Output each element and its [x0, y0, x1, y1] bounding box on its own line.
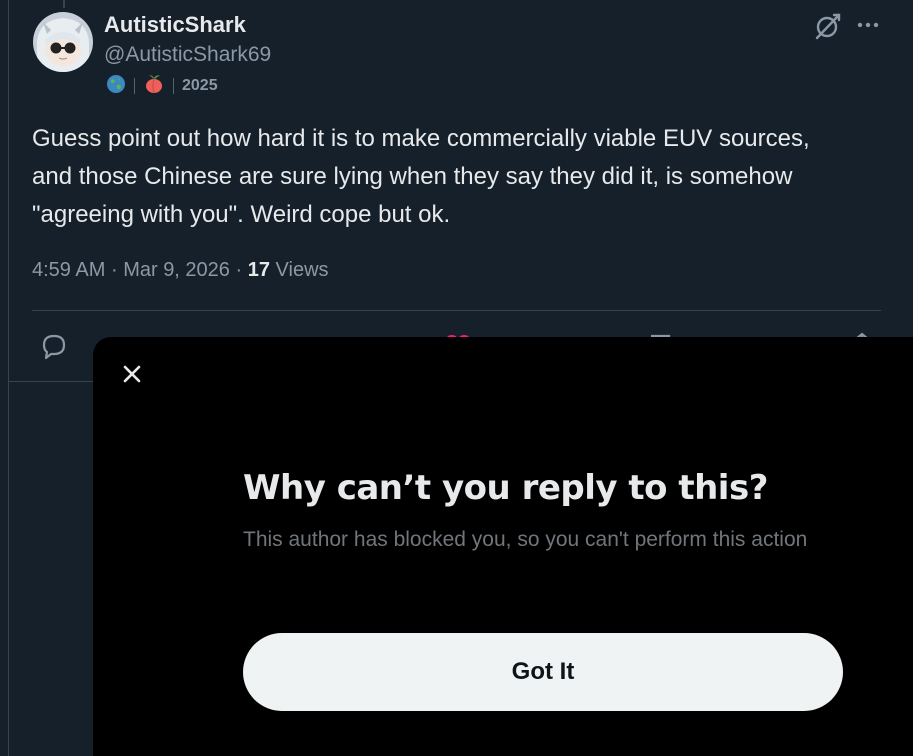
profile-badges: 2025 — [106, 74, 218, 98]
badge-separator — [173, 78, 174, 94]
meta-separator: · — [235, 259, 243, 281]
display-name[interactable]: AutisticShark — [104, 12, 246, 38]
app-root: AutisticShark @AutisticShark69 2025 Gues… — [0, 0, 913, 756]
user-handle[interactable]: @AutisticShark69 — [104, 42, 271, 68]
modal-message: This author has blocked you, so you can'… — [243, 528, 808, 551]
got-it-button[interactable]: Got It — [243, 633, 843, 711]
meta-separator: · — [110, 259, 118, 281]
close-button[interactable] — [115, 359, 149, 393]
more-options-icon[interactable] — [852, 12, 884, 40]
badge-separator — [134, 78, 135, 94]
tweet-text-line: and those Chinese are sure lying when th… — [32, 163, 793, 190]
reply-icon[interactable] — [38, 330, 70, 362]
thread-connector-line — [63, 0, 65, 8]
peach-icon — [143, 74, 165, 99]
modal-title: Why can’t you reply to this? — [243, 468, 768, 508]
globe-icon — [106, 74, 126, 99]
close-icon — [120, 362, 144, 391]
avatar[interactable] — [33, 12, 93, 72]
divider — [32, 310, 881, 311]
join-year-badge: 2025 — [182, 77, 218, 94]
tweet-date[interactable]: Mar 9, 2026 — [123, 259, 230, 281]
views-count: 17 — [247, 259, 270, 281]
tweet-text-line: "agreeing with you". Weird cope but ok. — [32, 201, 451, 228]
tweet-text-line: Guess point out how hard it is to make c… — [32, 125, 810, 152]
tweet-text: Guess point out how hard it is to make c… — [32, 120, 892, 234]
tweet-meta: 4:59 AM · Mar 9, 2026 · 17 Views — [32, 256, 329, 284]
timeline-left-border — [8, 0, 9, 756]
grok-icon[interactable] — [812, 10, 844, 42]
views-label: Views — [275, 259, 329, 281]
tweet-time[interactable]: 4:59 AM — [32, 259, 105, 281]
